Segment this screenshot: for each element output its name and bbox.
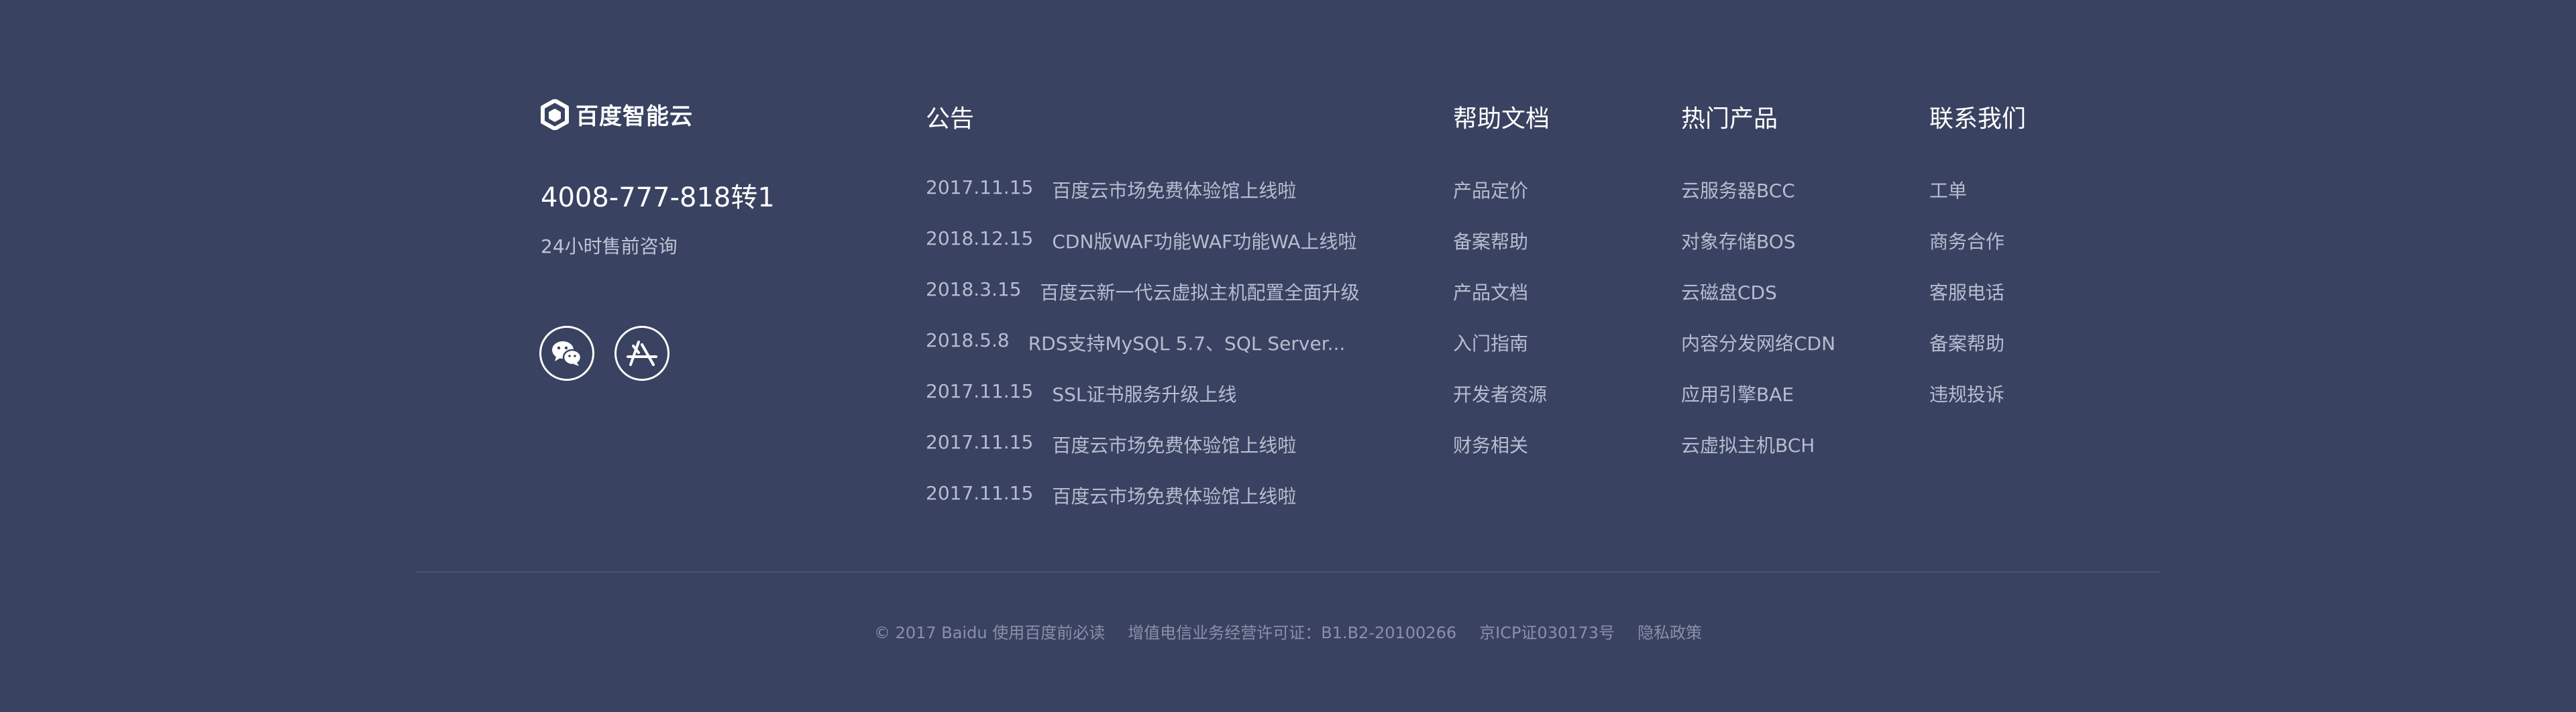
copyright-text: © 2017 Baidu [873, 624, 987, 642]
legal-bar: © 2017 Baidu 使用百度前必读 增值电信业务经营许可证：B1.B2-2… [0, 619, 2576, 643]
icp-link[interactable]: 京ICP证030173号 [1479, 619, 1615, 643]
announcement-list: 2017.11.15 百度云市场免费体验馆上线啦 2018.12.15 CDN版… [926, 176, 1360, 533]
sales-hotline: 4008-777-818转1 [541, 182, 775, 213]
hot-products-list: 云服务器BCC 对象存储BOS 云磁盘CDS 内容分发网络CDN 应用引擎BAE… [1681, 176, 1835, 482]
wechat-icon [552, 341, 582, 366]
hot-product-link[interactable]: 云磁盘CDS [1681, 278, 1835, 329]
privacy-link[interactable]: 隐私政策 [1638, 619, 1702, 643]
announcement-item[interactable]: 2018.12.15 CDN版WAF功能WAF功能WA上线啦 [926, 227, 1360, 278]
announcement-date: 2017.11.15 [926, 482, 1034, 504]
announcement-item[interactable]: 2017.11.15 百度云市场免费体验馆上线啦 [926, 431, 1360, 482]
contact-link[interactable]: 商务合作 [1929, 227, 2004, 278]
contact-link[interactable]: 客服电话 [1929, 278, 2004, 329]
contact-list: 工单 商务合作 客服电话 备案帮助 违规投诉 [1929, 176, 2004, 431]
announcement-item[interactable]: 2017.11.15 SSL证书服务升级上线 [926, 380, 1360, 431]
hot-products-title: 热门产品 [1681, 105, 1778, 133]
terms-link[interactable]: 使用百度前必读 [992, 624, 1105, 642]
announcement-date: 2018.12.15 [926, 227, 1034, 249]
announcement-item[interactable]: 2017.11.15 百度云市场免费体验馆上线啦 [926, 482, 1360, 533]
announcement-text: 百度云市场免费体验馆上线啦 [1052, 485, 1297, 508]
hot-product-link[interactable]: 内容分发网络CDN [1681, 329, 1835, 380]
help-docs-link[interactable]: 产品文档 [1453, 278, 1547, 329]
social-links [539, 326, 669, 381]
announcement-text: RDS支持MySQL 5.7、SQL Server... [1028, 333, 1346, 355]
brand-name: 百度智能云 [576, 103, 693, 130]
app-store-button[interactable] [614, 326, 669, 381]
announcement-date: 2018.5.8 [926, 329, 1010, 351]
announcement-text: CDN版WAF功能WAF功能WA上线啦 [1052, 231, 1357, 253]
announcement-item[interactable]: 2017.11.15 百度云市场免费体验馆上线啦 [926, 176, 1360, 227]
announcement-date: 2017.11.15 [926, 176, 1034, 198]
site-footer: 百度智能云 4008-777-818转1 24小时售前咨询 公告 2017.11… [0, 0, 2576, 712]
announcement-date: 2017.11.15 [926, 380, 1034, 402]
announcement-text: 百度云新一代云虚拟主机配置全面升级 [1040, 282, 1360, 304]
hotline-note: 24小时售前咨询 [541, 235, 678, 257]
brand-logo-link[interactable]: 百度智能云 [541, 98, 693, 131]
contact-title: 联系我们 [1929, 105, 2027, 133]
hot-product-link[interactable]: 云服务器BCC [1681, 176, 1835, 227]
help-docs-title: 帮助文档 [1453, 105, 1550, 133]
help-docs-link[interactable]: 入门指南 [1453, 329, 1547, 380]
hot-product-link[interactable]: 应用引擎BAE [1681, 380, 1835, 431]
contact-link[interactable]: 工单 [1929, 176, 2004, 227]
announcements-title: 公告 [926, 105, 975, 133]
baidu-cloud-logo-icon [541, 99, 569, 130]
announcement-text: 百度云市场免费体验馆上线啦 [1052, 180, 1297, 202]
hot-product-link[interactable]: 云虚拟主机BCH [1681, 431, 1835, 482]
hot-product-link[interactable]: 对象存储BOS [1681, 227, 1835, 278]
announcement-text: 百度云市场免费体验馆上线啦 [1052, 434, 1297, 457]
help-docs-link[interactable]: 备案帮助 [1453, 227, 1547, 278]
contact-link[interactable]: 违规投诉 [1929, 380, 2004, 431]
help-docs-link[interactable]: 产品定价 [1453, 176, 1547, 227]
wechat-button[interactable] [539, 326, 594, 381]
license-link[interactable]: 增值电信业务经营许可证：B1.B2-20100266 [1128, 619, 1456, 643]
announcement-item[interactable]: 2018.5.8 RDS支持MySQL 5.7、SQL Server... [926, 329, 1360, 380]
help-docs-list: 产品定价 备案帮助 产品文档 入门指南 开发者资源 财务相关 [1453, 176, 1547, 482]
help-docs-link[interactable]: 财务相关 [1453, 431, 1547, 482]
announcement-text: SSL证书服务升级上线 [1052, 383, 1237, 406]
announcement-date: 2017.11.15 [926, 431, 1034, 453]
footer-divider [416, 571, 2160, 573]
contact-link[interactable]: 备案帮助 [1929, 329, 2004, 380]
help-docs-link[interactable]: 开发者资源 [1453, 380, 1547, 431]
announcement-date: 2018.3.15 [926, 278, 1022, 300]
app-store-icon [627, 341, 657, 366]
announcement-item[interactable]: 2018.3.15 百度云新一代云虚拟主机配置全面升级 [926, 278, 1360, 329]
